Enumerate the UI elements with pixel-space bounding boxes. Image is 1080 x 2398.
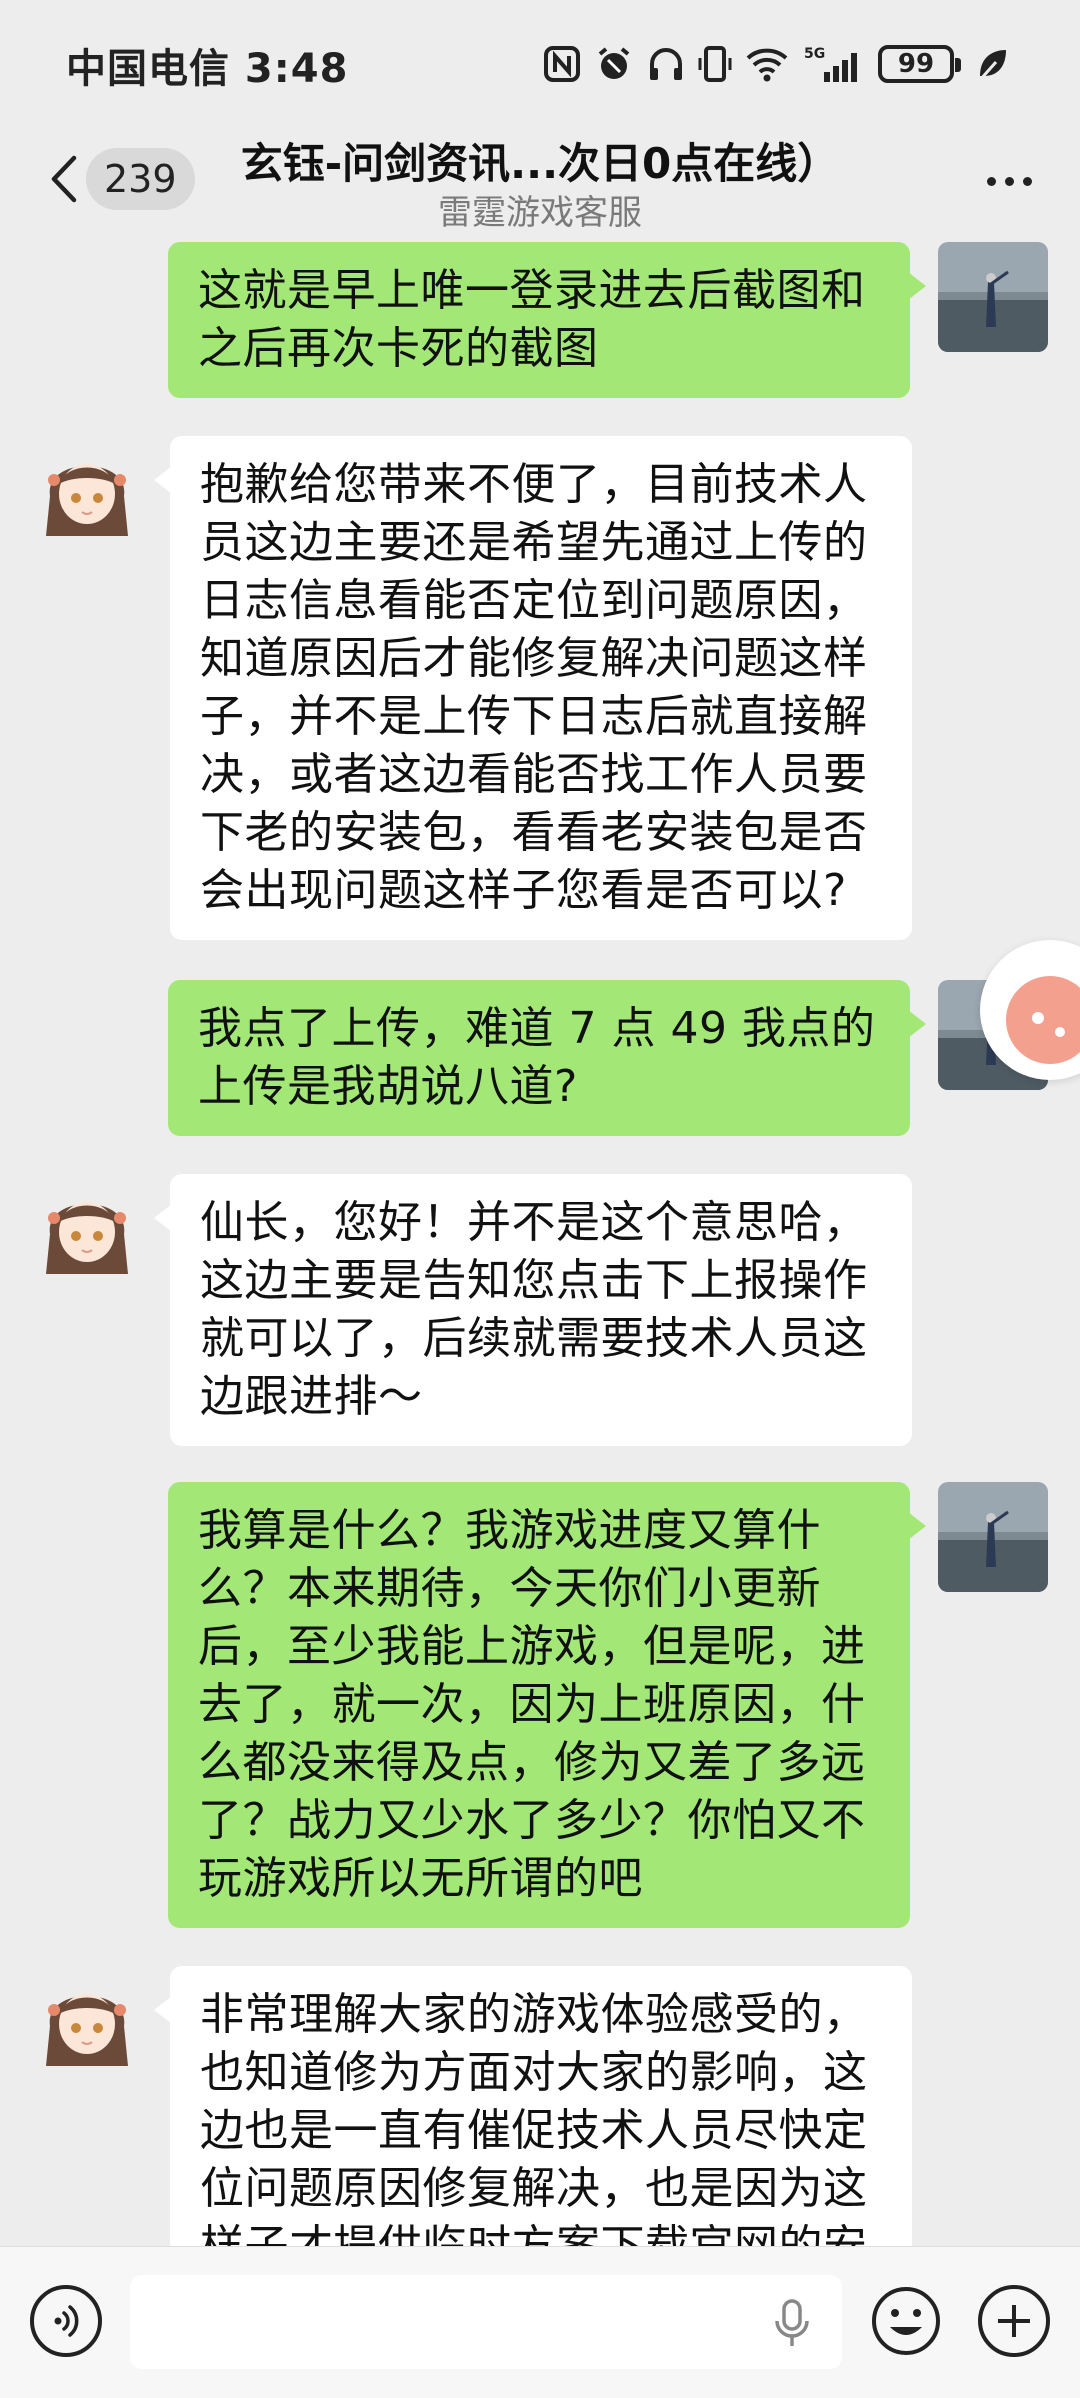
alarm-icon: [598, 47, 630, 79]
carrier-time: 中国电信 3:48: [66, 46, 349, 92]
incoming-message[interactable]: 非常理解大家的游戏体验感受的，也知道修为方面对大家的影响，这边也是一直有催促技术…: [154, 1966, 912, 2246]
signal-icon: 5G: [804, 46, 857, 82]
svg-text:5G: 5G: [804, 46, 825, 62]
voice-icon: [54, 2305, 79, 2337]
more-icon: [986, 176, 996, 186]
agent-avatar[interactable]: [32, 1174, 142, 1284]
outgoing-message[interactable]: 我算是什么？我游戏进度又算什么？本来期待，今天你们小更新后，至少我能上游戏，但是…: [168, 1482, 926, 1928]
chat-title[interactable]: 玄钰-问剑资讯...次日0点在线）: [200, 130, 880, 191]
plus-icon: [998, 2305, 1030, 2337]
more-functions-button[interactable]: [978, 2285, 1050, 2357]
emoji-button[interactable]: [870, 2285, 942, 2357]
vibrate-icon: [698, 46, 732, 82]
message-list[interactable]: 这就是早上唯一登录进去后截图和之后再次卡死的截图 抱歉给您带来不便了，目前技术人…: [0, 240, 1080, 2246]
leaf-icon: [978, 50, 1006, 81]
chat-header: 239 玄钰-问剑资讯...次日0点在线） 雷霆游戏客服: [0, 130, 1080, 240]
message-input[interactable]: [130, 2275, 842, 2369]
agent-avatar[interactable]: [32, 436, 142, 546]
my-avatar[interactable]: [938, 242, 1048, 352]
more-options-button[interactable]: [974, 156, 1044, 206]
incoming-message[interactable]: 抱歉给您带来不便了，目前技术人员这边主要还是希望先通过上传的日志信息看能否定位到…: [154, 436, 912, 940]
outgoing-message[interactable]: 这就是早上唯一登录进去后截图和之后再次卡死的截图: [168, 242, 926, 398]
my-avatar[interactable]: [938, 1482, 1048, 1592]
incoming-message[interactable]: 仙长，您好！并不是这个意思哈，这边主要是告知您点击下上报操作就可以了，后续就需要…: [154, 1174, 912, 1446]
battery-indicator: 99: [878, 45, 961, 83]
unread-count-badge[interactable]: 239: [86, 148, 195, 210]
input-bar: [0, 2246, 1080, 2398]
status-bar: 中国电信 3:48 5G 99: [0, 0, 1080, 130]
chat-screen: 中国电信 3:48 5G 99 239 玄钰-问剑资讯...次日0点在线） 雷霆…: [0, 0, 1080, 2398]
headphone-icon: [650, 48, 682, 80]
agent-avatar[interactable]: [32, 1966, 142, 2076]
chat-subtitle: 雷霆游戏客服: [438, 193, 642, 233]
back-button[interactable]: [38, 144, 88, 214]
voice-input-button[interactable]: [30, 2285, 102, 2357]
mic-icon[interactable]: [772, 2299, 812, 2349]
nfc-icon: [544, 46, 580, 82]
wifi-icon: [746, 48, 788, 82]
back-chevron-icon: [51, 155, 77, 203]
status-icons: 5G 99: [542, 42, 1010, 86]
outgoing-message[interactable]: 我点了上传，难道 7 点 49 我点的上传是我胡说八道?: [168, 980, 926, 1136]
